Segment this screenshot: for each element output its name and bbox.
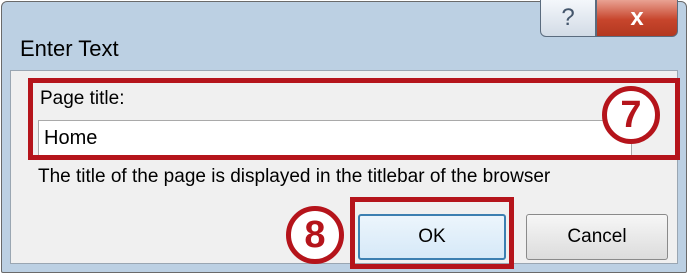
page-title-highlight: [28, 78, 680, 160]
help-button[interactable]: ?: [540, 0, 596, 37]
ok-button-highlight: [350, 197, 514, 269]
close-icon: x: [630, 4, 644, 31]
page-title-hint: The title of the page is displayed in th…: [38, 166, 551, 187]
step-7-marker: 7: [602, 86, 660, 144]
close-button[interactable]: x: [596, 0, 678, 37]
dialog-title: Enter Text: [20, 36, 119, 61]
step-8-marker: 8: [286, 206, 344, 264]
help-icon: ?: [561, 4, 575, 31]
cancel-button[interactable]: Cancel: [526, 214, 668, 260]
